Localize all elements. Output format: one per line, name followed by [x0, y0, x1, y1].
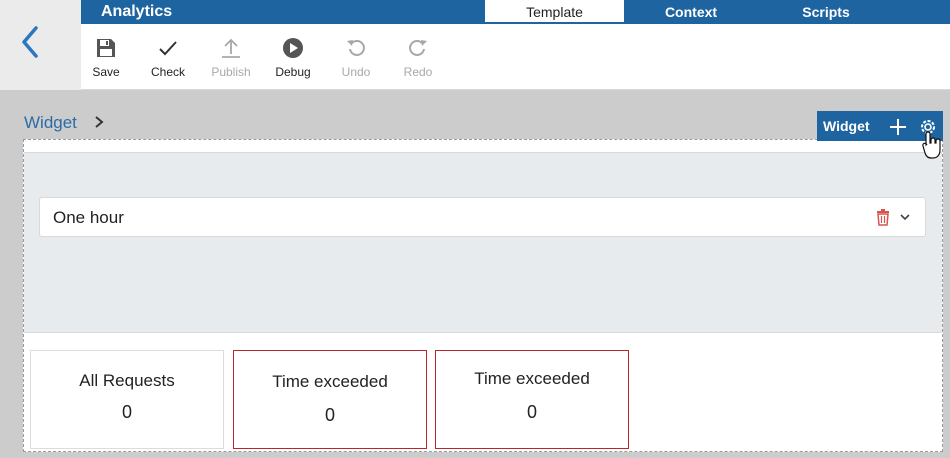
tab-context[interactable]: Context — [636, 0, 746, 22]
debug-label: Debug — [275, 65, 311, 79]
check-label: Check — [150, 65, 185, 79]
card-time-exceeded-1[interactable]: Time exceeded 0 — [233, 350, 427, 449]
chevron-down-icon[interactable] — [899, 210, 911, 222]
designer-toolbar: Save Check Publish Debug Undo Redo — [81, 24, 950, 90]
undo-icon — [326, 36, 386, 62]
save-label: Save — [92, 65, 120, 79]
redo-icon — [388, 36, 448, 62]
card-value: 0 — [324, 405, 335, 425]
hand-pointer-icon — [922, 131, 941, 159]
top-bar: Analytics Template Context Scripts — [81, 0, 950, 24]
back-button[interactable] — [14, 22, 50, 62]
tab-scripts[interactable]: Scripts — [771, 0, 881, 22]
trash-icon[interactable] — [875, 208, 891, 226]
app-title: Analytics — [101, 3, 173, 20]
left-rail — [0, 0, 81, 90]
redo-label: Redo — [403, 65, 433, 79]
undo-button[interactable]: Undo — [326, 36, 386, 79]
chevron-right-icon — [95, 116, 104, 128]
card-time-exceeded-2[interactable]: Time exceeded 0 — [435, 350, 629, 449]
breadcrumb-widget[interactable]: Widget — [24, 113, 77, 133]
undo-label: Undo — [341, 65, 371, 79]
tab-template[interactable]: Template — [485, 0, 624, 22]
card-title: Time exceeded — [474, 369, 590, 388]
publish-label: Publish — [211, 65, 251, 79]
widget-toolbar-label: Widget — [823, 118, 870, 134]
debug-button[interactable]: Debug — [263, 36, 323, 79]
debug-icon — [263, 36, 323, 62]
publish-icon — [201, 36, 261, 62]
chevron-left-icon — [22, 26, 38, 58]
card-value: 0 — [526, 402, 537, 422]
period-select[interactable]: One hour — [39, 197, 926, 237]
check-icon — [138, 36, 198, 62]
card-all-requests[interactable]: All Requests 0 — [30, 350, 224, 449]
widget-filter-panel — [24, 152, 942, 333]
publish-button[interactable]: Publish — [201, 36, 261, 79]
save-button[interactable]: Save — [76, 36, 136, 79]
redo-button[interactable]: Redo — [388, 36, 448, 79]
save-icon — [76, 36, 136, 62]
card-title: Time exceeded — [272, 372, 388, 391]
card-value: 0 — [121, 402, 132, 422]
add-icon[interactable] — [887, 116, 909, 138]
card-title: All Requests — [79, 371, 175, 390]
check-button[interactable]: Check — [138, 36, 198, 79]
period-select-value: One hour — [53, 208, 124, 227]
